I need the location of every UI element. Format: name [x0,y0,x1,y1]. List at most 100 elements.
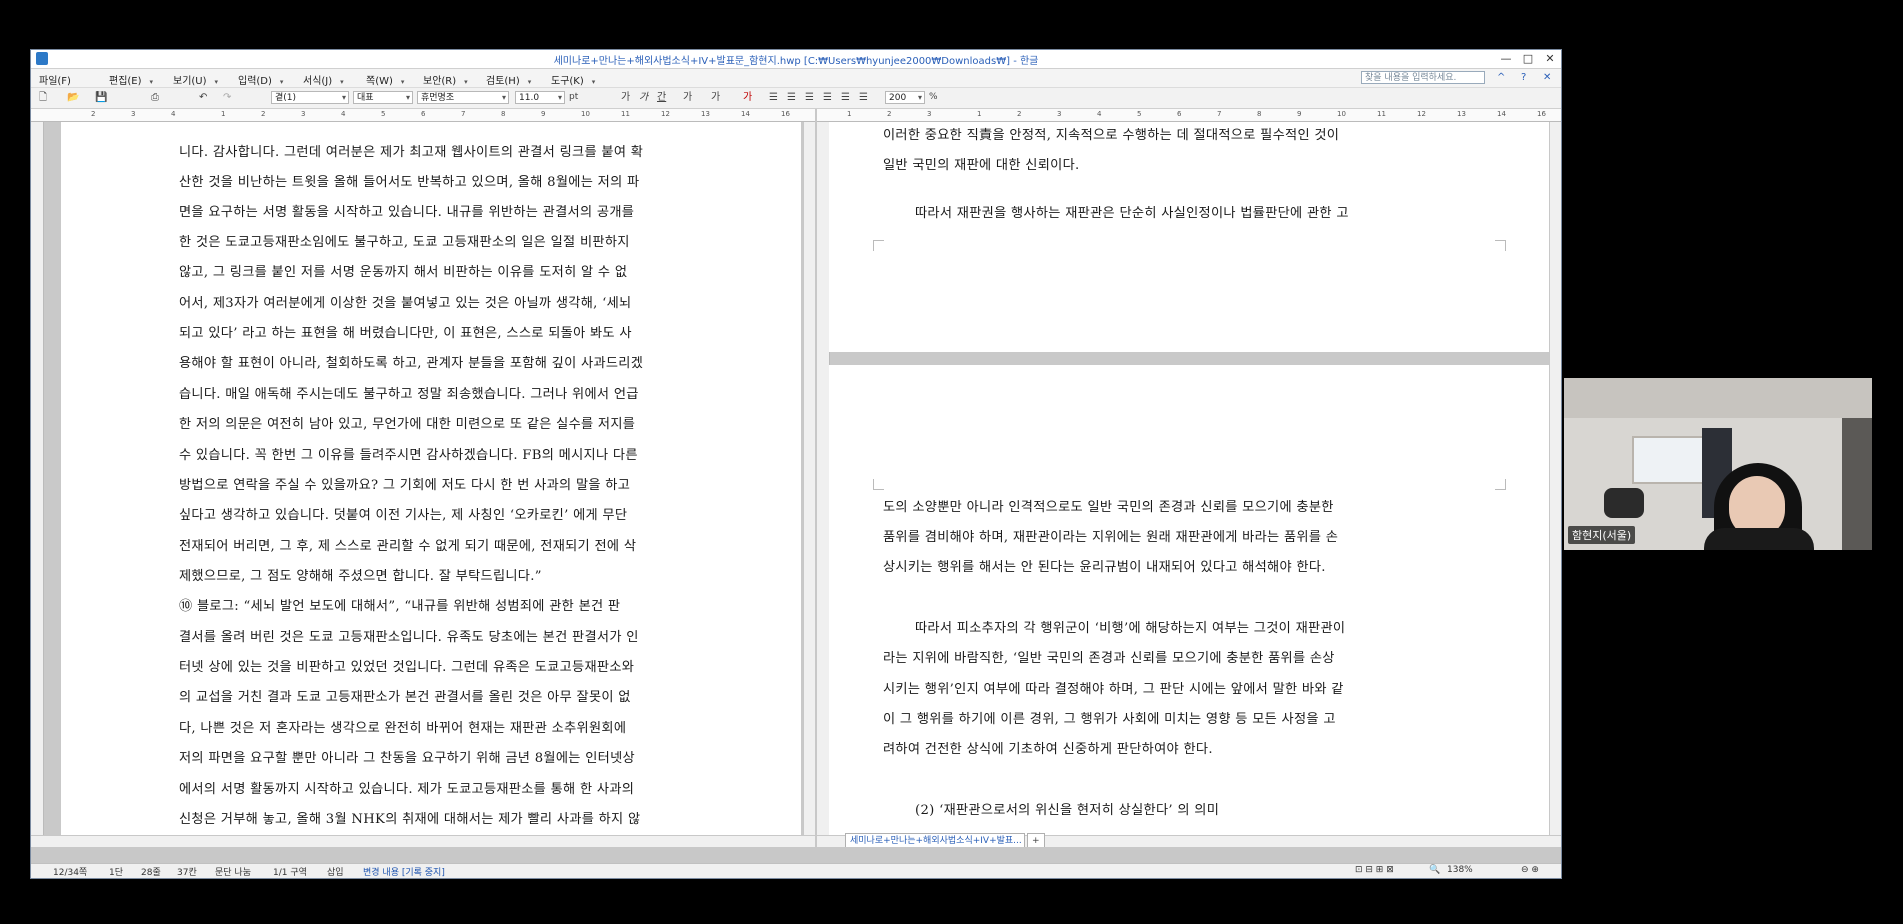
menu-format[interactable]: 서식(J) ▾ [303,72,344,87]
zoom-magnifier-icon[interactable]: 🔍 [1429,865,1440,875]
left-text-line[interactable]: 않고, 그 링크를 붙인 저를 서명 운동까지 해서 비판하는 이유를 도저히 … [179,261,627,280]
menu-edit[interactable]: 편집(E) ▾ [109,72,153,87]
superscript-button[interactable]: 가 [711,91,720,104]
menu-insert[interactable]: 입력(D) ▾ [238,72,283,87]
left-horizontal-scrollbar[interactable] [31,835,815,847]
left-vertical-scrollbar[interactable] [803,122,815,835]
document-tab[interactable]: 세미나로+만나는+해외사법소식+IV+발표... [845,833,1025,847]
status-zoom[interactable]: 138% [1447,865,1473,875]
help-icon[interactable]: ? [1521,72,1526,83]
left-text-line[interactable]: 수 있습니다. 꼭 한번 그 이유를 들려주시면 감사하겠습니다. FB의 메시… [179,444,638,463]
right-text-line[interactable]: 이 그 행위를 하기에 이른 경위, 그 행위가 사회에 미치는 영향 등 모든… [883,708,1336,727]
left-text-line[interactable]: 되고 있다’ 라고 하는 표현을 해 버렸습니다만, 이 표현은, 스스로 되돌… [179,322,632,341]
status-track-changes[interactable]: 변경 내용 [기록 중지] [363,865,445,878]
distribute-icon[interactable]: ☰ [841,91,850,104]
right-text-line[interactable]: (2) ‘재판관으로서의 위신을 현저히 상실한다’ 의 의미 [915,799,1219,818]
menu-page[interactable]: 쪽(W) ▾ [366,72,404,87]
right-bottom-page[interactable]: 도의 소양뿐만 아니라 인격적으로도 일반 국민의 존경과 신뢰를 모으기에 충… [829,365,1549,835]
find-input[interactable]: 찾을 내용을 입력하세요. [1361,71,1485,84]
left-text-line[interactable]: 전재되어 버리면, 그 후, 제 스스로 관리할 수 없게 되기 때문에, 전재… [179,535,636,554]
window-title: 세미나로+만나는+해외사법소식+IV+발표문_함현지.hwp [C:₩Users… [553,56,1039,67]
zoom-buttons[interactable]: ⊖ ⊕ [1521,865,1539,875]
strikethrough-button[interactable]: 가 [683,91,692,104]
align-center-icon[interactable]: ☰ [805,91,814,104]
formatting-toolbar: 🗋 📂 💾 ⎙ ↶ ↷ 곁(1) 대표 휴먼명조 11.0 pt 가 가 간 가… [31,88,1561,109]
add-tab-button[interactable]: + [1027,833,1045,847]
right-text-line[interactable]: 품위를 겸비해야 하며, 재판관이라는 지위에는 원래 재판관에게 바라는 품위… [883,526,1338,545]
align-left-icon[interactable]: ☰ [787,91,796,104]
right-text-line[interactable]: 이러한 중요한 직責을 안정적, 지속적으로 수행하는 데 절대적으로 필수적인… [883,124,1339,143]
right-vertical-scrollbar[interactable] [1549,122,1561,835]
left-text-line[interactable]: 방법으로 연락을 주실 수 있을까요? 그 기회에 저도 다시 한 번 사과의 … [179,474,630,493]
menu-file[interactable]: 파일(F) [39,72,71,87]
right-text-line[interactable]: 따라서 피소추자의 각 행위군이 ‘비행’에 해당하는지 여부는 그것이 재판관… [915,617,1345,636]
left-text-line[interactable]: 제했으므로, 그 점도 양해해 주셨으면 합니다. 잘 부탁드립니다.” [179,565,542,584]
font-type-combo[interactable]: 대표 [353,91,413,104]
status-char: 37칸 [177,868,197,878]
style-combo[interactable]: 곁(1) [271,91,349,104]
left-text-line[interactable]: 한 것은 도쿄고등재판소임에도 불구하고, 도쿄 고등재판소의 일은 일절 비판… [179,231,630,250]
font-combo[interactable]: 휴먼명조 [417,91,509,104]
menu-review[interactable]: 검토(H) ▾ [486,72,531,87]
right-text-line[interactable]: 상시키는 행위를 해서는 안 된다는 윤리규범이 내재되어 있다고 해석해야 한… [883,556,1326,575]
view-mode-icons[interactable]: ⊡ ⊟ ⊞ ⊠ [1355,865,1394,875]
status-line: 28줄 [141,868,161,878]
align-right-icon[interactable]: ☰ [823,91,832,104]
webcam-video: 함현지(서울) [1564,378,1872,550]
left-text-line[interactable]: 니다. 감사합니다. 그런데 여러분은 제가 최고재 웹사이트의 관결서 링크를… [179,141,643,160]
menu-tools[interactable]: 도구(K) ▾ [551,72,595,87]
menu-security[interactable]: 보안(R) ▾ [423,72,468,87]
status-insert-mode[interactable]: 삽입 [327,865,344,878]
font-size-input[interactable]: 11.0 [515,91,565,104]
left-text-line[interactable]: 습니다. 매일 애독해 주시는데도 불구하고 정말 죄송했습니다. 그러나 위에… [179,383,639,402]
right-horizontal-ruler: 123 1234 5678 9 10 11 12 13 14 16 [817,109,1561,122]
save-icon[interactable]: 💾 [95,91,107,104]
collapse-ribbon-icon[interactable]: ^ [1497,72,1505,83]
left-text-line[interactable]: 산한 것을 비난하는 트윗을 올해 들어서도 반복하고 있으며, 올해 8월에는… [179,171,639,190]
right-text-line[interactable]: 도의 소양뿐만 아니라 인격적으로도 일반 국민의 존경과 신뢰를 모으기에 충… [883,496,1334,515]
left-text-line[interactable]: 면을 요구하는 서명 활동을 시작하고 있습니다. 내규를 위반하는 관결서의 … [179,201,634,220]
right-text-line[interactable]: 시키는 행위’인지 여부에 따라 결정해야 하며, 그 판단 시에는 앞에서 말… [883,678,1344,697]
left-text-line[interactable]: 저의 파면을 요구할 뿐만 아니라 그 찬동을 요구하기 위해 금년 8월에는 … [179,747,635,766]
left-text-line[interactable]: 싶다고 생각하고 있습니다. 덧붙여 이전 기사는, 제 사칭인 ‘오카로킨’ … [179,504,627,523]
italic-button[interactable]: 가 [639,91,648,104]
menu-view[interactable]: 보기(U) ▾ [173,72,218,87]
left-text-line[interactable]: 다, 나쁜 것은 저 혼자라는 생각으로 완전히 바뀌어 현재는 재판관 소추위… [179,717,626,736]
left-text-line[interactable]: 어서, 제3자가 여러분에게 이상한 것을 붙여넣고 있는 것은 아닐까 생각해… [179,292,632,311]
new-doc-icon[interactable]: 🗋 [39,91,47,104]
right-top-page[interactable]: 이러한 중요한 직責을 안정적, 지속적으로 수행하는 데 절대적으로 필수적인… [829,122,1549,352]
left-text-line[interactable]: 의 교섭을 거친 결과 도쿄 고등재판소가 본건 관결서를 올린 것은 아무 잘… [179,686,631,705]
maximize-button[interactable]: □ [1517,50,1539,68]
right-text-line[interactable]: 일반 국민의 재판에 대한 신뢰이다. [883,154,1080,173]
left-text-line[interactable]: ⑩ 블로그: “세뇌 발언 보도에 대해서”, “내규를 위반해 성범죄에 관한… [179,595,620,614]
left-text-line[interactable]: 터넷 상에 있는 것을 비판하고 있었던 것입니다. 그런데 유족은 도쿄고등재… [179,656,634,675]
bag [1604,488,1644,518]
left-document-page[interactable]: 니다. 감사합니다. 그런데 여러분은 제가 최고재 웹사이트의 관결서 링크를… [61,122,801,835]
left-text-line[interactable]: 에서의 서명 활동까지 시작하고 있습니다. 제가 도쿄고등재판소를 통해 한 … [179,778,634,797]
font-color-button[interactable]: 가 [743,91,752,104]
left-text-line[interactable]: 결서를 올려 버린 것은 도쿄 고등재판소입니다. 유족도 당초에는 본건 판결… [179,626,639,645]
redo-icon[interactable]: ↷ [223,91,231,104]
right-text-line[interactable]: 려하여 건전한 상식에 기초하여 신중하게 판단하여야 한다. [883,738,1213,757]
left-text-line[interactable]: 한 저의 의문은 여전히 남아 있고, 무언가에 대한 미련으로 또 같은 실수… [179,413,635,432]
right-text-line[interactable]: 따라서 재판권을 행사하는 재판관은 단순히 사실인정이나 법률판단에 관한 고 [915,202,1349,221]
align-justify-icon[interactable]: ☰ [769,91,778,104]
underline-button[interactable]: 간 [657,91,666,104]
undo-icon[interactable]: ↶ [199,91,207,104]
print-icon[interactable]: ⎙ [151,91,159,104]
page-margin-mark [873,479,884,490]
divide-icon[interactable]: ☰ [859,91,868,104]
status-page[interactable]: 12/34쪽 [53,865,87,878]
left-text-line[interactable]: 신청은 거부해 놓고, 올해 3월 NHK의 취재에 대해서는 제가 빨리 사과… [179,808,640,827]
page-margin-mark [1495,240,1506,251]
right-text-line[interactable]: 라는 지위에 바람직한, ‘일반 국민의 존경과 신뢰를 모으기에 충분한 품위… [883,647,1335,666]
menu-bar: 파일(F) 편집(E) ▾ 보기(U) ▾ 입력(D) ▾ 서식(J) ▾ 쪽(W) ▾ … [31,69,1561,88]
close-doc-icon[interactable]: ✕ [1543,72,1551,83]
zoom-input[interactable]: 200 [885,91,925,104]
minimize-button[interactable]: — [1495,50,1517,68]
close-button[interactable]: ✕ [1539,50,1561,68]
open-icon[interactable]: 📂 [67,91,79,104]
left-text-line[interactable]: 용해야 할 표현이 아니라, 철회하도록 하고, 관계자 분들을 포함해 깊이 … [179,352,643,371]
ceiling [1564,378,1872,418]
bold-button[interactable]: 가 [621,91,630,104]
